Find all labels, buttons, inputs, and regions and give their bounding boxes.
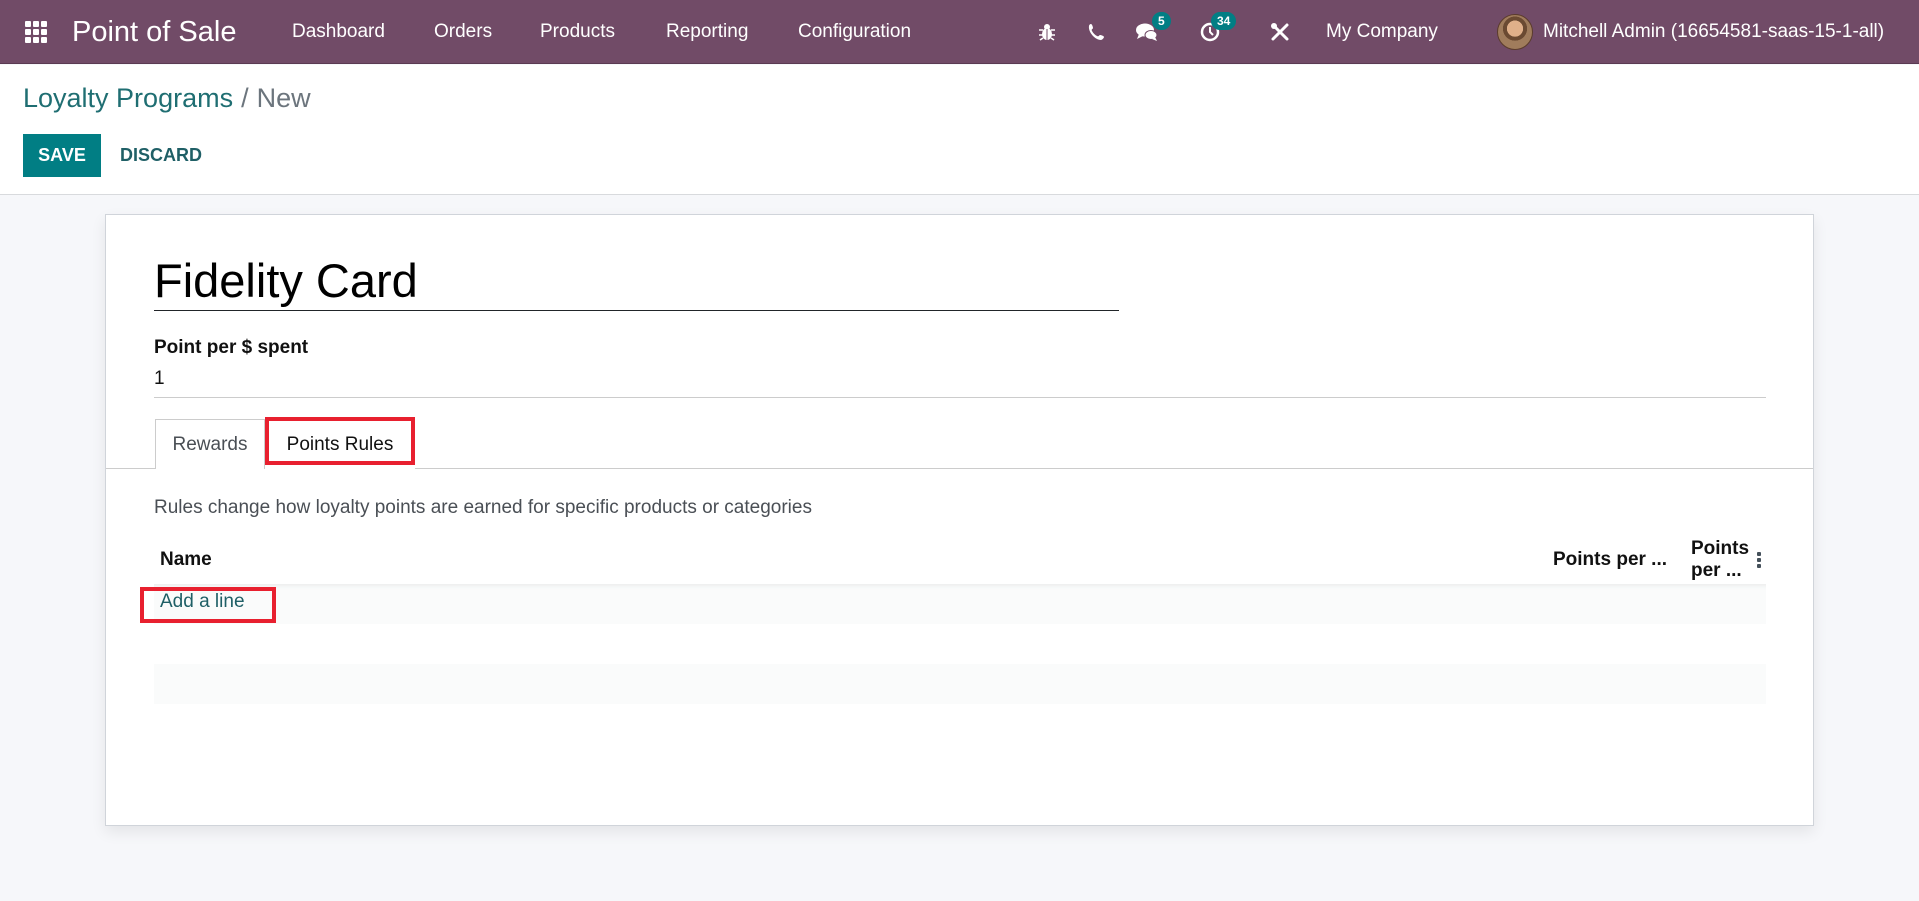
- column-options-icon[interactable]: [1754, 552, 1764, 568]
- point-per-spent-label: Point per $ spent: [154, 337, 309, 358]
- user-avatar[interactable]: [1497, 0, 1533, 64]
- form-sheet: Fidelity Card Point per $ spent 1 Reward…: [105, 214, 1814, 826]
- phone-icon[interactable]: [1086, 0, 1106, 64]
- apps-grid-icon: [25, 21, 47, 43]
- menu-dashboard[interactable]: Dashboard: [292, 0, 385, 64]
- activities-count-badge: 34: [1211, 12, 1237, 30]
- menu-configuration[interactable]: Configuration: [798, 0, 911, 64]
- discard-button[interactable]: DISCARD: [108, 134, 214, 177]
- bug-icon[interactable]: [1036, 0, 1058, 64]
- tab-rewards[interactable]: Rewards: [155, 419, 265, 469]
- program-name-input[interactable]: Fidelity Card: [154, 251, 1119, 311]
- rules-table-header: Name Points per ... Points per ...: [154, 537, 1766, 583]
- breadcrumb: Loyalty Programs / New: [23, 83, 311, 114]
- control-panel: Loyalty Programs / New SAVE DISCARD: [0, 65, 1919, 195]
- breadcrumb-current: New: [256, 83, 311, 113]
- save-button[interactable]: SAVE: [23, 134, 101, 177]
- clock-icon[interactable]: [1198, 0, 1222, 64]
- tools-icon[interactable]: [1268, 0, 1292, 64]
- add-line-row: Add a line: [154, 584, 1766, 624]
- company-switcher[interactable]: My Company: [1326, 0, 1438, 64]
- messages-count-badge: 5: [1152, 12, 1171, 30]
- app-brand[interactable]: Point of Sale: [72, 0, 236, 64]
- top-navbar: Point of Sale Dashboard Orders Products …: [0, 0, 1919, 64]
- menu-reporting[interactable]: Reporting: [666, 0, 748, 64]
- help-text: Rules change how loyalty points are earn…: [154, 497, 812, 518]
- menu-products[interactable]: Products: [540, 0, 615, 64]
- breadcrumb-separator: /: [241, 83, 249, 113]
- tab-points-rules[interactable]: Points Rules: [265, 419, 415, 470]
- menu-orders[interactable]: Orders: [434, 0, 492, 64]
- apps-menu-button[interactable]: [22, 0, 50, 64]
- empty-table-row: [154, 664, 1766, 704]
- avatar-image: [1497, 14, 1533, 50]
- breadcrumb-parent[interactable]: Loyalty Programs: [23, 83, 233, 114]
- chat-icon[interactable]: [1134, 0, 1160, 64]
- user-menu[interactable]: Mitchell Admin (16654581-saas-15-1-all): [1543, 0, 1884, 64]
- add-line-link[interactable]: Add a line: [160, 591, 245, 613]
- point-per-spent-input[interactable]: 1: [154, 368, 1766, 398]
- column-points-per-1[interactable]: Points per ...: [1553, 549, 1667, 571]
- column-name[interactable]: Name: [160, 549, 212, 571]
